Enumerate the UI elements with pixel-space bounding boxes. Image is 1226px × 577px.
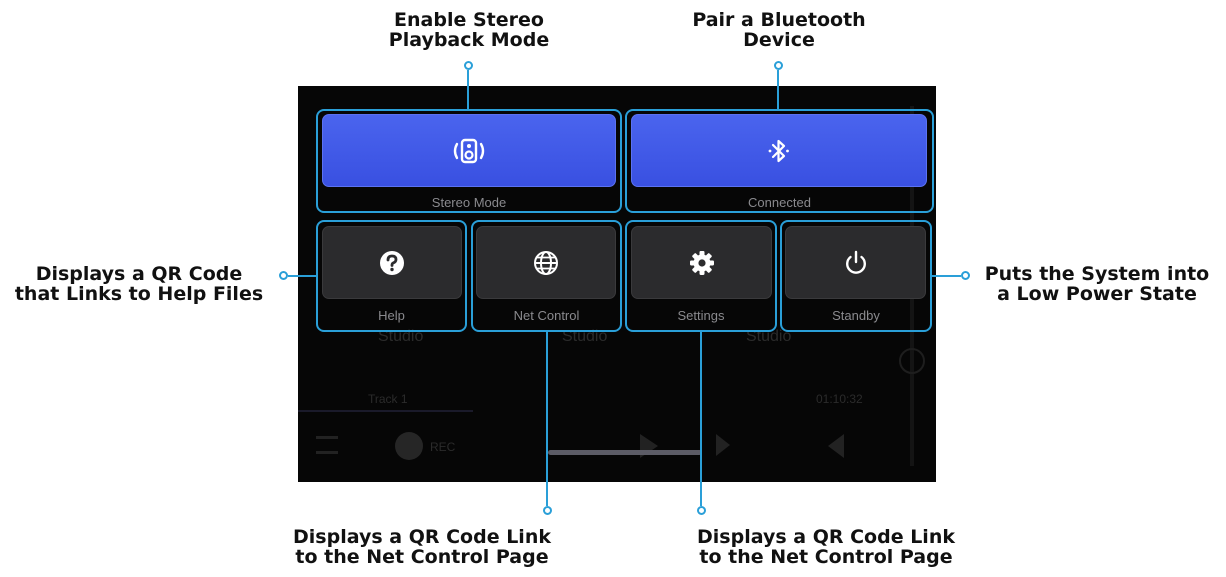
settings-callout: Displays a QR Code Link to the Net Contr… <box>686 527 966 567</box>
standby-callout: Puts the System into a Low Power State <box>972 264 1222 304</box>
settings-leader-line <box>700 332 702 506</box>
bluetooth-leader-dot <box>774 61 783 70</box>
help-label: Help <box>378 308 405 323</box>
background-progress-bar <box>298 410 473 412</box>
stereo-callout: Enable Stereo Playback Mode <box>359 10 579 50</box>
background-time: 01:10:32 <box>816 392 863 406</box>
speaker-icon <box>451 137 487 165</box>
screen-scrollbar[interactable] <box>548 450 702 455</box>
help-leader-dot <box>279 271 288 280</box>
bluetooth-label: Connected <box>748 195 811 210</box>
help-callout: Displays a QR Code that Links to Help Fi… <box>4 264 274 304</box>
background-rec-label: REC <box>430 440 456 454</box>
net-control-button[interactable] <box>476 226 616 299</box>
bluetooth-leader-line <box>777 70 779 110</box>
help-leader-line <box>288 275 316 277</box>
background-record-dot <box>395 432 423 460</box>
bluetooth-callout-line1: Pair a Bluetooth <box>692 9 866 31</box>
stereo-leader-dot <box>464 61 473 70</box>
net-control-callout-line2: to the Net Control Page <box>295 546 549 568</box>
bluetooth-icon <box>765 137 793 165</box>
help-callout-line2: that Links to Help Files <box>14 283 264 305</box>
net-control-leader-line <box>546 332 548 506</box>
settings-callout-line1: Displays a QR Code Link <box>697 526 955 548</box>
bluetooth-button[interactable] <box>631 114 927 187</box>
standby-callout-line1: Puts the System into <box>984 263 1210 285</box>
help-callout-line1: Displays a QR Code <box>35 263 243 285</box>
standby-leader-line <box>932 275 961 277</box>
background-volume-icon <box>828 434 844 458</box>
background-fader-knob <box>899 348 925 374</box>
globe-icon <box>532 249 560 277</box>
stereo-callout-line1: Enable Stereo <box>394 9 544 31</box>
net-control-label: Net Control <box>513 308 580 323</box>
bluetooth-callout: Pair a Bluetooth Device <box>669 10 889 50</box>
standby-button[interactable] <box>785 226 926 299</box>
question-icon <box>378 249 406 277</box>
help-button[interactable] <box>322 226 462 299</box>
net-control-callout: Displays a QR Code Link to the Net Contr… <box>282 527 562 567</box>
device-screen: Studio Studio Studio Track 1 01:10:32 RE… <box>298 86 936 482</box>
settings-button[interactable] <box>631 226 772 299</box>
standby-callout-line2: a Low Power State <box>997 283 1197 305</box>
standby-leader-dot <box>961 271 970 280</box>
stereo-callout-line2: Playback Mode <box>388 29 550 51</box>
standby-label: Standby <box>832 308 880 323</box>
bluetooth-callout-line2: Device <box>743 29 815 51</box>
gear-icon <box>688 249 716 277</box>
background-playlist-icon <box>316 436 338 454</box>
stereo-mode-label: Stereo Mode <box>431 195 507 210</box>
settings-label: Settings <box>677 308 725 323</box>
power-icon <box>842 249 870 277</box>
net-control-leader-dot <box>543 506 552 515</box>
settings-leader-dot <box>697 506 706 515</box>
settings-callout-line2: to the Net Control Page <box>699 546 953 568</box>
background-track-name: Track 1 <box>368 392 408 406</box>
net-control-callout-line1: Displays a QR Code Link <box>293 526 551 548</box>
background-next-icon <box>716 434 730 456</box>
stereo-mode-button[interactable] <box>322 114 616 187</box>
stereo-leader-line <box>467 70 469 110</box>
